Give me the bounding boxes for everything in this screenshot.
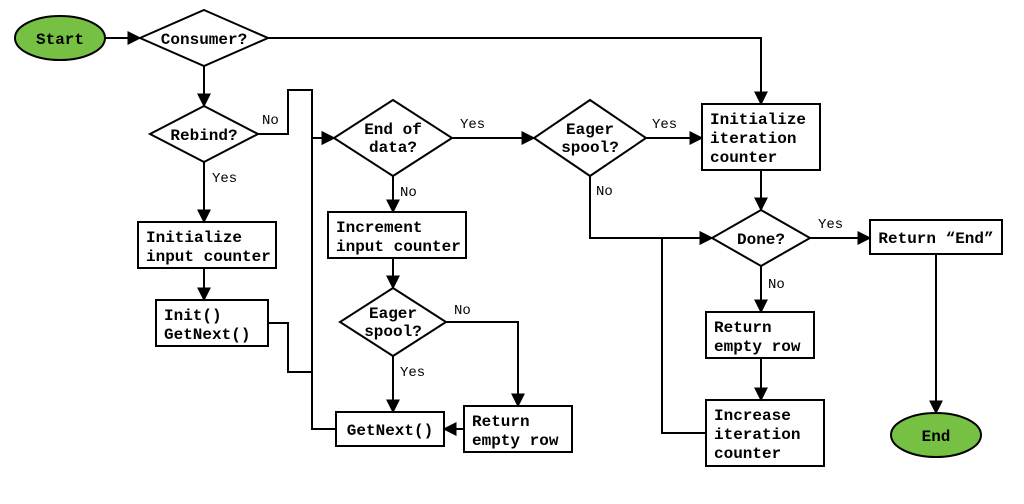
init-input-process: Initialize input counter	[138, 222, 276, 268]
incr-iter-line2: iteration	[714, 426, 800, 444]
ret-empty2-line1: Return	[714, 319, 772, 337]
eod-line1: End of	[364, 121, 422, 139]
eager1-line1: Eager	[369, 305, 417, 323]
init-getnext-process: Init() GetNext()	[156, 300, 268, 346]
ret-empty1-line1: Return	[472, 413, 530, 431]
edge-eager1-no-label: No	[454, 303, 471, 319]
init-iter-line2: iteration	[710, 130, 796, 148]
init-iter-line1: Initialize	[710, 111, 806, 129]
ret-empty2-line2: empty row	[714, 338, 801, 356]
edge-eager2-no-label: No	[596, 184, 613, 200]
incr-iter-process: Increase iteration counter	[706, 400, 824, 466]
eager1-line2: spool?	[364, 323, 422, 341]
init-getnext-line2: GetNext()	[164, 326, 250, 344]
edge-initgetnext-eod	[268, 138, 334, 372]
edge-eager2-yes-label: Yes	[652, 117, 677, 133]
incr-input-line2: input counter	[336, 238, 461, 256]
return-empty-right-process: Return empty row	[706, 312, 814, 358]
edge-done-no-label: No	[768, 277, 785, 293]
edge-done-yes-label: Yes	[818, 217, 843, 233]
end-node: End	[891, 413, 981, 457]
init-input-line1: Initialize	[146, 229, 242, 247]
ret-empty1-line2: empty row	[472, 432, 559, 450]
rebind-label: Rebind?	[170, 127, 237, 145]
consumer-label: Consumer?	[161, 31, 247, 49]
incr-iter-line3: counter	[714, 445, 781, 463]
done-decision: Done?	[712, 210, 810, 266]
eager2-line2: spool?	[561, 139, 619, 157]
end-of-data-decision: End of data?	[334, 100, 452, 176]
return-end-process: Return “End”	[870, 220, 1002, 254]
edge-eod-no-label: No	[400, 185, 417, 201]
end-label: End	[922, 428, 951, 446]
edge-rebind-no-label: No	[262, 113, 279, 129]
eod-line2: data?	[369, 139, 417, 157]
incr-iter-line1: Increase	[714, 407, 791, 425]
getnext-process: GetNext()	[336, 412, 444, 446]
edge-eod-yes-label: Yes	[460, 117, 485, 133]
edge-incriter-done	[662, 238, 712, 433]
edge-eager1-yes-label: Yes	[400, 365, 425, 381]
incr-input-line1: Increment	[336, 219, 422, 237]
consumer-decision: Consumer?	[140, 10, 268, 66]
edge-eager1-retempty1	[446, 322, 518, 406]
start-node: Start	[15, 16, 105, 60]
done-label: Done?	[737, 231, 785, 249]
getnext-label: GetNext()	[347, 422, 433, 440]
edge-consumer-inititer	[268, 38, 761, 104]
return-empty-left-process: Return empty row	[464, 406, 572, 452]
rebind-decision: Rebind?	[150, 106, 258, 162]
incr-input-process: Increment input counter	[328, 212, 466, 258]
eager2-line1: Eager	[566, 121, 614, 139]
init-input-line2: input counter	[146, 248, 271, 266]
eager-spool-lower-decision: Eager spool?	[340, 288, 446, 356]
edge-rebind-yes-label: Yes	[212, 171, 237, 187]
init-iter-process: Initialize iteration counter	[702, 104, 820, 170]
flowchart-canvas: Start Consumer? Rebind? Initialize input…	[0, 0, 1024, 504]
init-iter-line3: counter	[710, 149, 777, 167]
init-getnext-line1: Init()	[164, 307, 222, 325]
edge-getnext-eod	[312, 138, 336, 429]
ret-end-label: Return “End”	[878, 230, 993, 248]
start-label: Start	[36, 31, 84, 49]
eager-spool-upper-decision: Eager spool?	[534, 100, 646, 176]
